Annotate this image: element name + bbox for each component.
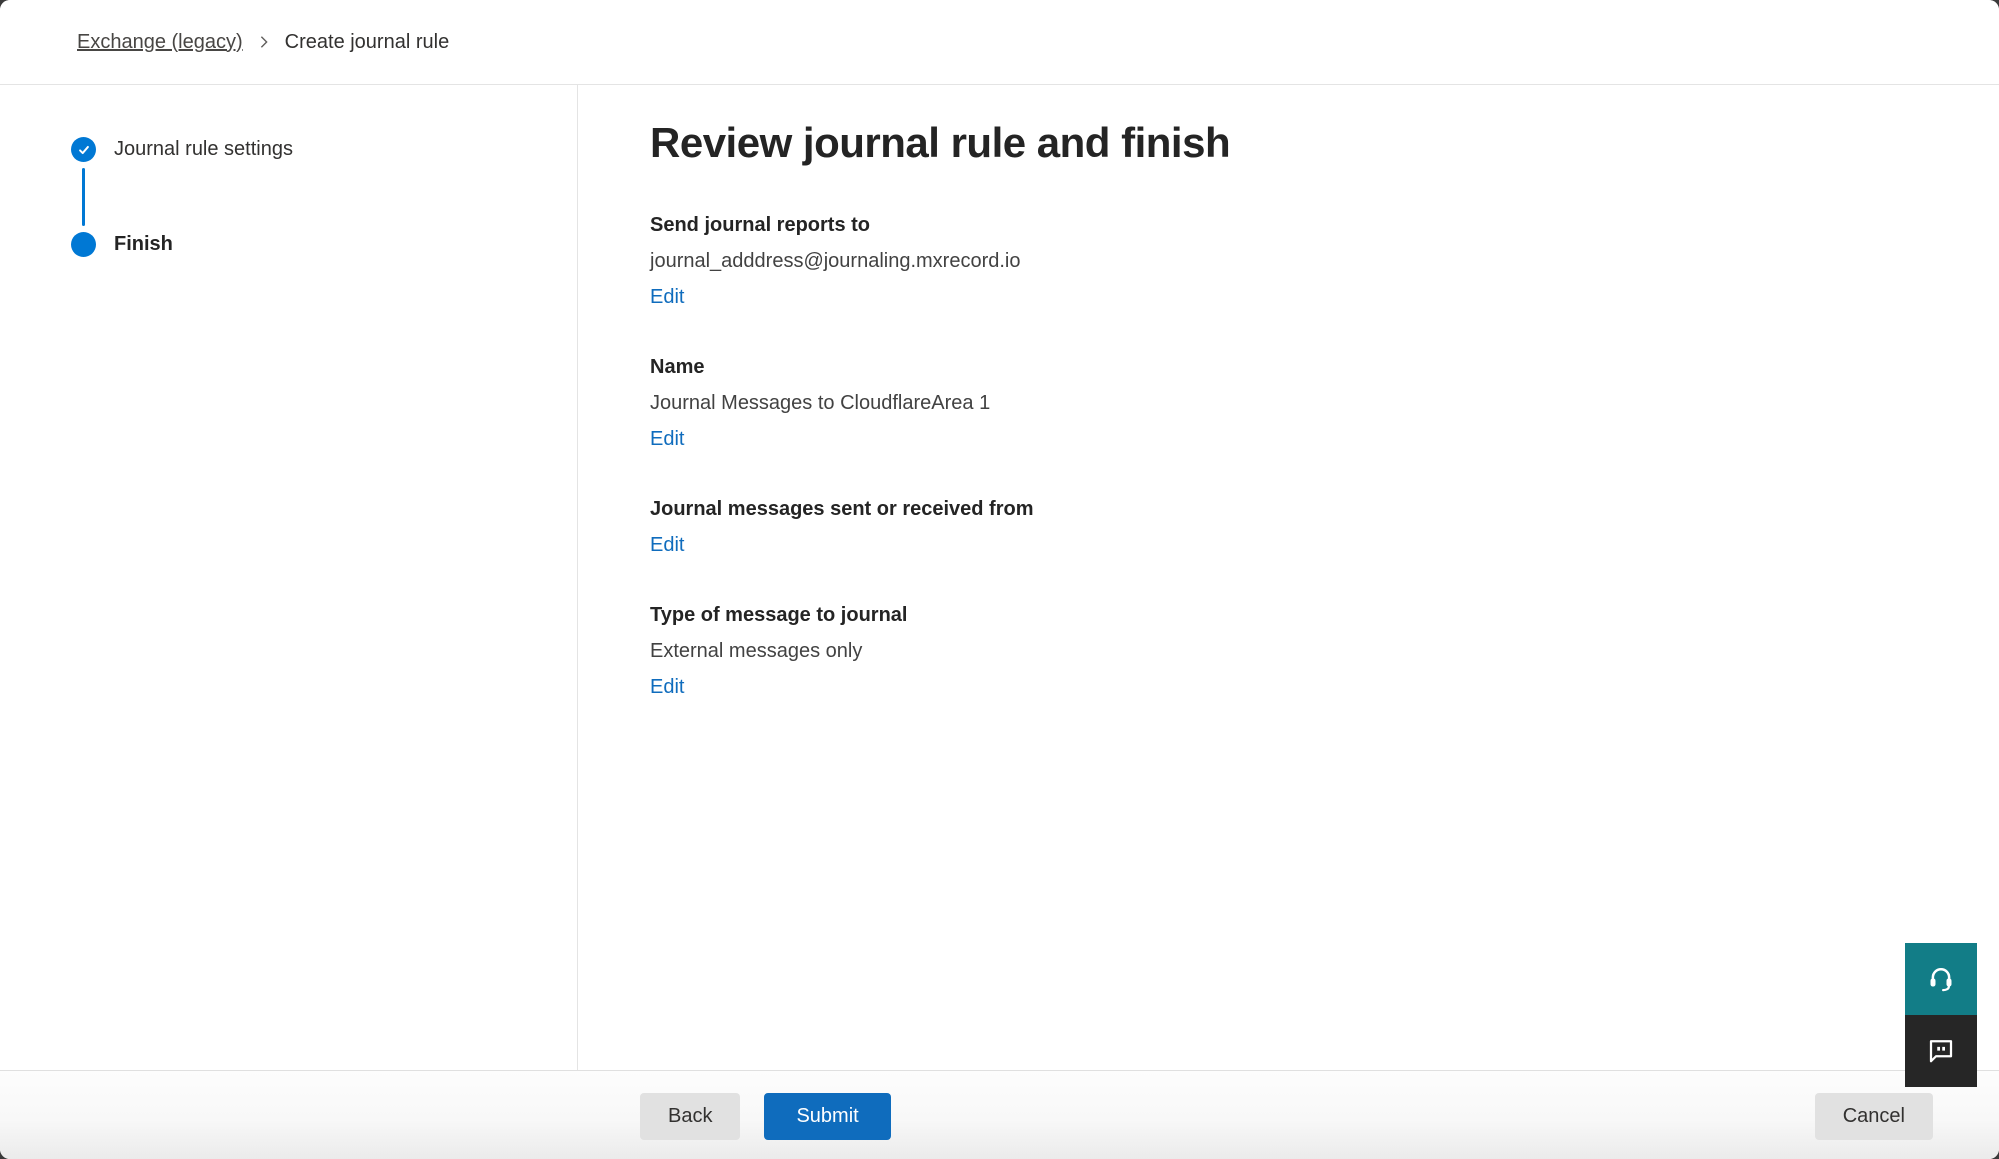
step-connector-line bbox=[82, 168, 85, 226]
stepper-step-journal-rule-settings[interactable]: Journal rule settings bbox=[71, 137, 577, 162]
step-current-dot-icon bbox=[71, 232, 96, 257]
header-bar: Exchange (legacy) Create journal rule bbox=[0, 0, 1999, 85]
footer-action-bar: Back Submit Cancel bbox=[0, 1070, 1999, 1159]
step-completed-check-icon bbox=[71, 137, 96, 162]
field-label: Name bbox=[650, 353, 1959, 381]
edit-journal-messages-link[interactable]: Edit bbox=[650, 531, 684, 559]
field-label: Send journal reports to bbox=[650, 211, 1959, 239]
field-label: Journal messages sent or received from bbox=[650, 495, 1959, 523]
field-name: Name Journal Messages to CloudflareArea … bbox=[650, 353, 1959, 453]
field-value: Journal Messages to CloudflareArea 1 bbox=[650, 389, 1959, 417]
feedback-button[interactable] bbox=[1905, 1015, 1977, 1087]
feedback-icon bbox=[1926, 1035, 1956, 1068]
page-title: Review journal rule and finish bbox=[650, 119, 1959, 167]
chevron-right-icon bbox=[257, 35, 271, 49]
cancel-button[interactable]: Cancel bbox=[1815, 1093, 1933, 1140]
edit-send-journal-reports-link[interactable]: Edit bbox=[650, 283, 684, 311]
field-label: Type of message to journal bbox=[650, 601, 1959, 629]
submit-button[interactable]: Submit bbox=[764, 1093, 890, 1140]
back-button[interactable]: Back bbox=[640, 1093, 740, 1140]
edit-type-of-message-link[interactable]: Edit bbox=[650, 673, 684, 701]
wizard-stepper-panel: Journal rule settings Finish bbox=[0, 85, 578, 1070]
body-row: Journal rule settings Finish Review jour… bbox=[0, 85, 1999, 1070]
stepper-step-finish[interactable]: Finish bbox=[71, 232, 577, 257]
field-value: External messages only bbox=[650, 637, 1959, 665]
headset-icon bbox=[1926, 963, 1956, 996]
step-label: Journal rule settings bbox=[114, 138, 293, 161]
floating-button-stack bbox=[1905, 943, 1977, 1087]
field-journal-messages-sent-or-received: Journal messages sent or received from E… bbox=[650, 495, 1959, 559]
field-send-journal-reports-to: Send journal reports to journal_adddress… bbox=[650, 211, 1959, 311]
field-value: journal_adddress@journaling.mxrecord.io bbox=[650, 247, 1959, 275]
review-content: Review journal rule and finish Send jour… bbox=[578, 85, 1999, 1070]
step-label: Finish bbox=[114, 233, 173, 256]
help-button[interactable] bbox=[1905, 943, 1977, 1015]
breadcrumb-exchange-legacy[interactable]: Exchange (legacy) bbox=[77, 31, 243, 54]
field-type-of-message: Type of message to journal External mess… bbox=[650, 601, 1959, 701]
app-window: Exchange (legacy) Create journal rule Jo… bbox=[0, 0, 1999, 1159]
breadcrumb-create-journal-rule: Create journal rule bbox=[285, 31, 450, 54]
breadcrumb: Exchange (legacy) Create journal rule bbox=[77, 31, 449, 54]
edit-name-link[interactable]: Edit bbox=[650, 425, 684, 453]
